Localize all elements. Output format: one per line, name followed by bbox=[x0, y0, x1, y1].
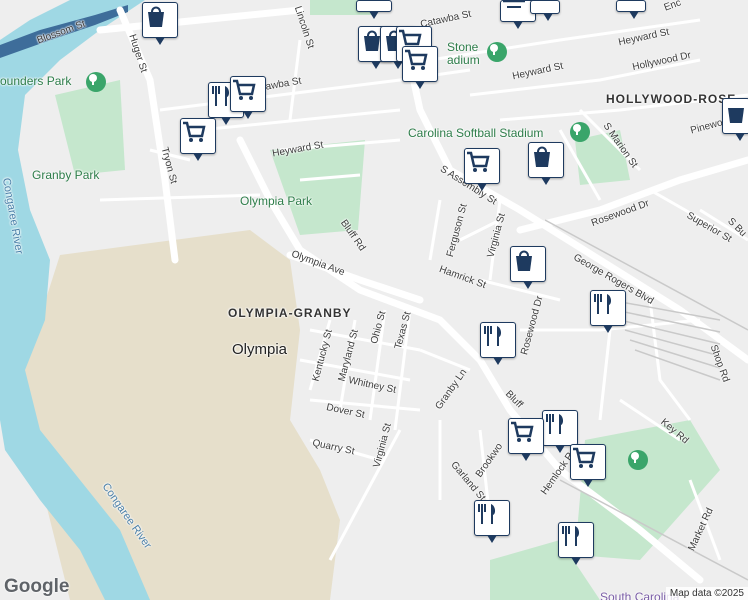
floodplain-area bbox=[20, 230, 340, 600]
shopping-cart-icon bbox=[467, 151, 490, 172]
shopping-bag-pin[interactable] bbox=[722, 98, 748, 141]
shopping-bag-icon bbox=[516, 250, 532, 271]
restaurant-pin[interactable] bbox=[542, 410, 578, 453]
road-blossom bbox=[96, 6, 304, 34]
shopping-cart-pin[interactable] bbox=[464, 148, 500, 191]
stadium-icon[interactable] bbox=[570, 122, 590, 142]
shopping-bag-pin[interactable] bbox=[616, 0, 646, 19]
tree-icon bbox=[89, 74, 97, 85]
road-huger bbox=[116, 6, 179, 264]
shopping-bag-icon bbox=[534, 146, 550, 167]
shopping-cart-icon bbox=[183, 121, 206, 142]
fork-knife-icon bbox=[478, 504, 496, 524]
place-label: Olympia bbox=[232, 341, 288, 358]
stadium-icon[interactable] bbox=[487, 42, 507, 62]
shopping-cart-icon bbox=[573, 447, 596, 468]
park-label: Stone bbox=[447, 40, 479, 54]
shopping-bag-pin[interactable] bbox=[510, 246, 546, 289]
shopping-cart-icon bbox=[233, 79, 256, 100]
tree-icon bbox=[631, 452, 639, 463]
shopping-cart-icon bbox=[511, 421, 534, 442]
shopping-cart-pin[interactable] bbox=[570, 444, 606, 487]
shopping-bag-icon bbox=[148, 6, 164, 27]
shopping-bag-icon bbox=[728, 108, 744, 123]
shopping-cart-pin[interactable] bbox=[180, 118, 216, 161]
restaurant-pin[interactable] bbox=[590, 290, 626, 333]
shopping-bag-pin[interactable] bbox=[528, 142, 564, 185]
district-label: OLYMPIA-GRANBY bbox=[228, 306, 352, 320]
park-label: Olympia Park bbox=[240, 194, 313, 208]
map-canvas[interactable]: Blossom St Huger St Lincoln St Catawba S… bbox=[0, 0, 748, 600]
park-icon[interactable] bbox=[86, 72, 106, 92]
shopping-cart-pin[interactable] bbox=[508, 418, 544, 461]
park-label: adium bbox=[447, 53, 480, 67]
tree-icon bbox=[573, 124, 581, 135]
tree-icon bbox=[490, 44, 498, 55]
map-base bbox=[0, 0, 748, 600]
park-icon[interactable] bbox=[628, 450, 648, 470]
park-label: Granby Park bbox=[32, 168, 100, 182]
shopping-cart-icon bbox=[405, 49, 428, 70]
fork-knife-icon bbox=[594, 294, 612, 314]
shopping-cart-pin[interactable] bbox=[356, 0, 392, 19]
park-area bbox=[55, 80, 125, 175]
fork-knife-icon bbox=[562, 526, 580, 546]
road-assembly bbox=[401, 36, 748, 364]
district-label: HOLLYWOOD-ROSE bbox=[606, 92, 737, 106]
shopping-cart-icon bbox=[503, 1, 525, 8]
park-label: ounders Park bbox=[0, 74, 72, 88]
park-label: Carolina Softball Stadium bbox=[408, 126, 544, 140]
shopping-bag-pin[interactable] bbox=[142, 2, 178, 45]
restaurant-pin[interactable] bbox=[480, 322, 516, 365]
shopping-cart-pin[interactable] bbox=[402, 46, 438, 89]
shopping-cart-pin[interactable] bbox=[230, 76, 266, 119]
fork-knife-icon bbox=[484, 326, 502, 346]
map-attribution[interactable]: Map data ©2025 bbox=[665, 587, 748, 600]
restaurant-pin[interactable] bbox=[474, 500, 510, 543]
shopping-cart-pin[interactable] bbox=[530, 0, 560, 21]
restaurant-pin[interactable] bbox=[558, 522, 594, 565]
fork-knife-icon bbox=[546, 414, 564, 434]
google-logo: Google bbox=[4, 576, 70, 597]
